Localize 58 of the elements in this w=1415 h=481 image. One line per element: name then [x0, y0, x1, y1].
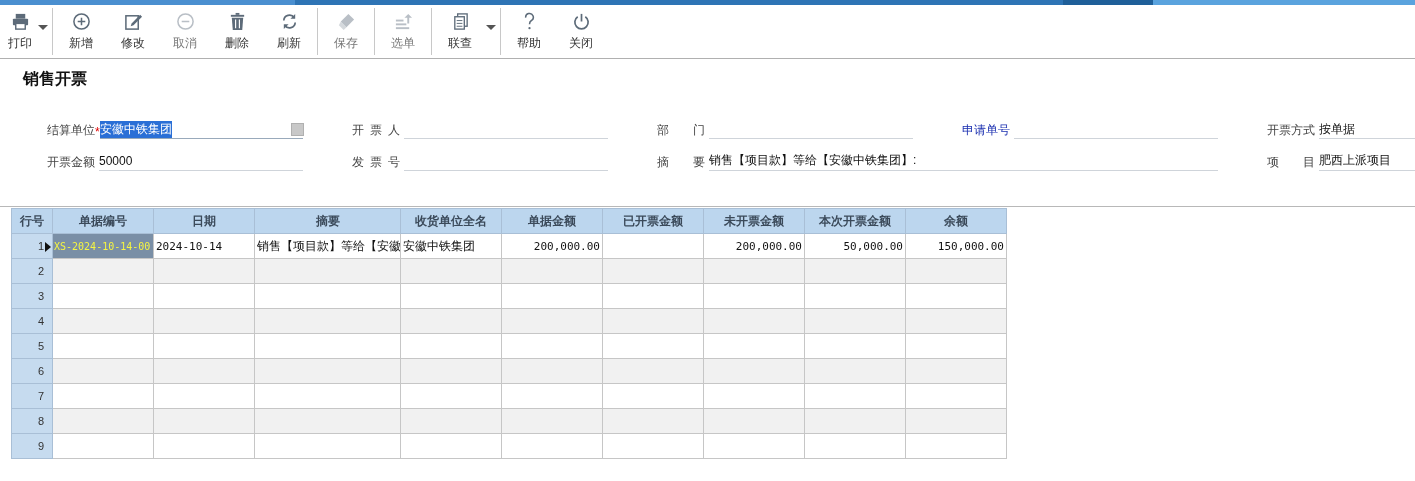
column-header[interactable]: 未开票金额 — [703, 208, 805, 234]
column-header[interactable]: 行号 — [11, 208, 53, 234]
toolbar-button[interactable]: 帮助 — [503, 8, 555, 55]
input-field[interactable]: 销售【项目款】等给【安徽中铁集团】: — [709, 151, 1218, 171]
minus-circle-icon — [175, 11, 195, 31]
column-header[interactable]: 收货单位全名 — [400, 208, 502, 234]
field-link[interactable]: 申请单号 — [962, 122, 1010, 139]
field-label: 开票方式 — [1267, 122, 1315, 139]
page-title: 销售开票 — [21, 69, 88, 89]
toolbar-button[interactable]: 修改 — [107, 8, 159, 55]
input-field[interactable]: 肥西上派项目 — [1319, 151, 1415, 171]
row-number: 7 — [37, 390, 44, 402]
table-cell: 安徽中铁集团 — [403, 238, 475, 253]
table-cell: XS-2024-10-14-00 — [54, 240, 151, 252]
field-label: 发 票 号 — [352, 153, 400, 171]
power-icon — [571, 11, 591, 31]
table-cell: 200,000.00 — [735, 239, 802, 253]
input-field[interactable]: 50000 — [99, 151, 303, 171]
field-label: 开 票 人 — [352, 122, 400, 139]
column-header[interactable]: 摘要 — [254, 208, 401, 234]
dropdown-caret-icon[interactable] — [38, 25, 48, 30]
required-mark: * — [95, 125, 100, 139]
toolbar-button[interactable]: 删除 — [211, 8, 263, 55]
toolbar-button[interactable]: 刷新 — [263, 8, 315, 55]
eraser-icon — [336, 11, 356, 31]
row-number: 5 — [37, 340, 44, 352]
toolbar-button[interactable]: 新增 — [55, 8, 107, 55]
row-number: 1 — [37, 240, 44, 252]
column-header[interactable]: 单据编号 — [52, 208, 154, 234]
row-number: 8 — [37, 415, 44, 427]
table-cell: 50,000.00 — [843, 239, 903, 253]
lookup-button[interactable] — [291, 122, 304, 136]
column-header[interactable]: 已开票金额 — [602, 208, 704, 234]
plus-circle-icon — [71, 11, 91, 31]
column-header[interactable]: 日期 — [153, 208, 255, 234]
table-cell: 200,000.00 — [533, 239, 600, 253]
toolbar-button[interactable]: 打印 — [2, 8, 38, 55]
field-label: 开票金额 — [47, 153, 95, 171]
row-number: 9 — [37, 440, 44, 452]
column-header[interactable]: 单据金额 — [501, 208, 603, 234]
toolbar-button[interactable]: 联查 — [434, 8, 486, 55]
table-cell: 150,000.00 — [937, 239, 1004, 253]
column-header[interactable]: 本次开票金额 — [804, 208, 906, 234]
field-label: 摘 要 — [657, 153, 705, 171]
sort-up-icon — [393, 11, 413, 31]
field-label: 部 门 — [657, 122, 705, 139]
row-number: 4 — [37, 315, 44, 327]
printer-icon — [10, 11, 30, 31]
column-header[interactable]: 余额 — [905, 208, 1007, 234]
row-number: 3 — [37, 290, 44, 302]
row-number: 2 — [37, 265, 44, 277]
toolbar-button[interactable]: 关闭 — [555, 8, 607, 55]
table-cell: 2024-10-14 — [156, 239, 223, 253]
input-field[interactable]: 按单据 — [1319, 120, 1415, 139]
field-label: 结算单位 — [47, 122, 95, 139]
dropdown-caret-icon[interactable] — [486, 25, 496, 30]
field-label: 项 目 — [1267, 153, 1315, 171]
row-number: 6 — [37, 365, 44, 377]
